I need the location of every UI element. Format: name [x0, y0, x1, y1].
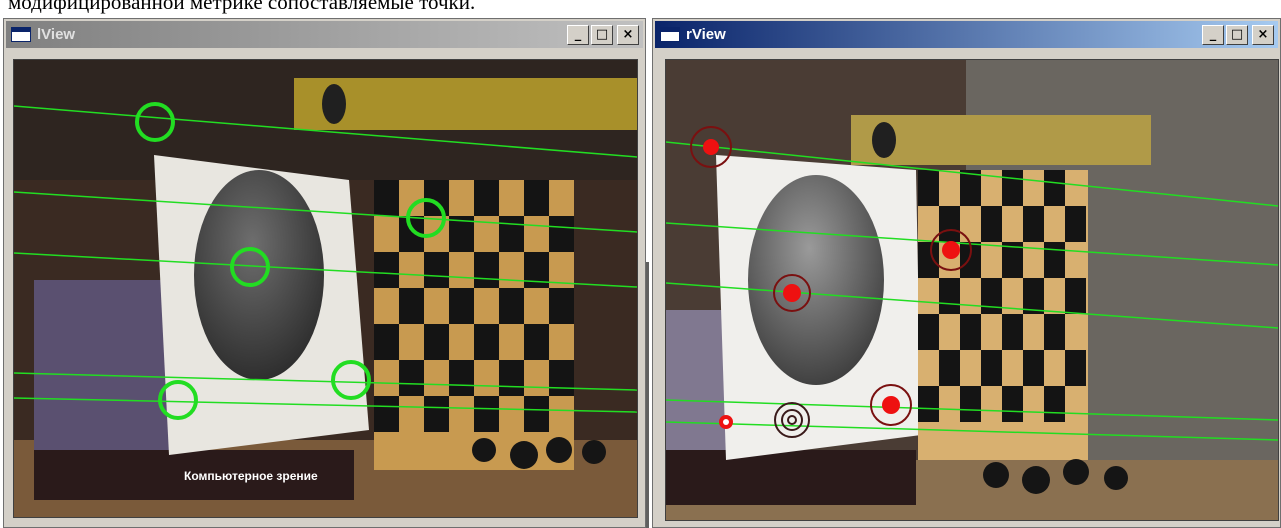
maximize-icon: □ [1230, 27, 1244, 42]
window-app-icon [11, 27, 31, 42]
caption-text: модифицированной метрике сопоставляемые … [8, 0, 476, 14]
divider [646, 262, 649, 528]
window-title: rView [686, 26, 726, 43]
lview-window[interactable]: lView _ □ × Компьютерное зрение [3, 18, 646, 528]
close-icon: × [1257, 27, 1269, 42]
window-title: lView [37, 26, 76, 43]
books-stack [666, 310, 726, 470]
book-cover-text: Компьютерное зрение [184, 469, 318, 483]
minimize-icon: _ [1209, 27, 1217, 42]
maximize-button[interactable]: □ [1226, 24, 1248, 45]
close-button[interactable]: × [617, 24, 639, 45]
rview-image[interactable] [665, 59, 1279, 521]
mask-face [748, 175, 884, 385]
lview-image[interactable]: Компьютерное зрение [13, 59, 638, 518]
rview-window[interactable]: rView _ □ × [652, 18, 1281, 528]
close-icon: × [622, 27, 634, 42]
lview-titlebar[interactable]: lView _ □ × [6, 21, 643, 48]
books-stack [34, 280, 174, 450]
close-button[interactable]: × [1252, 24, 1274, 45]
maximize-button[interactable]: □ [591, 24, 613, 45]
rview-titlebar[interactable]: rView _ □ × [655, 21, 1278, 48]
level-bubble [322, 84, 346, 124]
unmatched-point [719, 415, 733, 429]
minimize-button[interactable]: _ [1202, 24, 1224, 45]
book-bottom [666, 450, 916, 505]
level-bubble [872, 122, 896, 158]
mask-face [194, 170, 324, 380]
minimize-icon: _ [574, 27, 582, 42]
window-app-icon [660, 27, 680, 42]
minimize-button[interactable]: _ [567, 24, 589, 45]
maximize-icon: □ [595, 27, 609, 42]
